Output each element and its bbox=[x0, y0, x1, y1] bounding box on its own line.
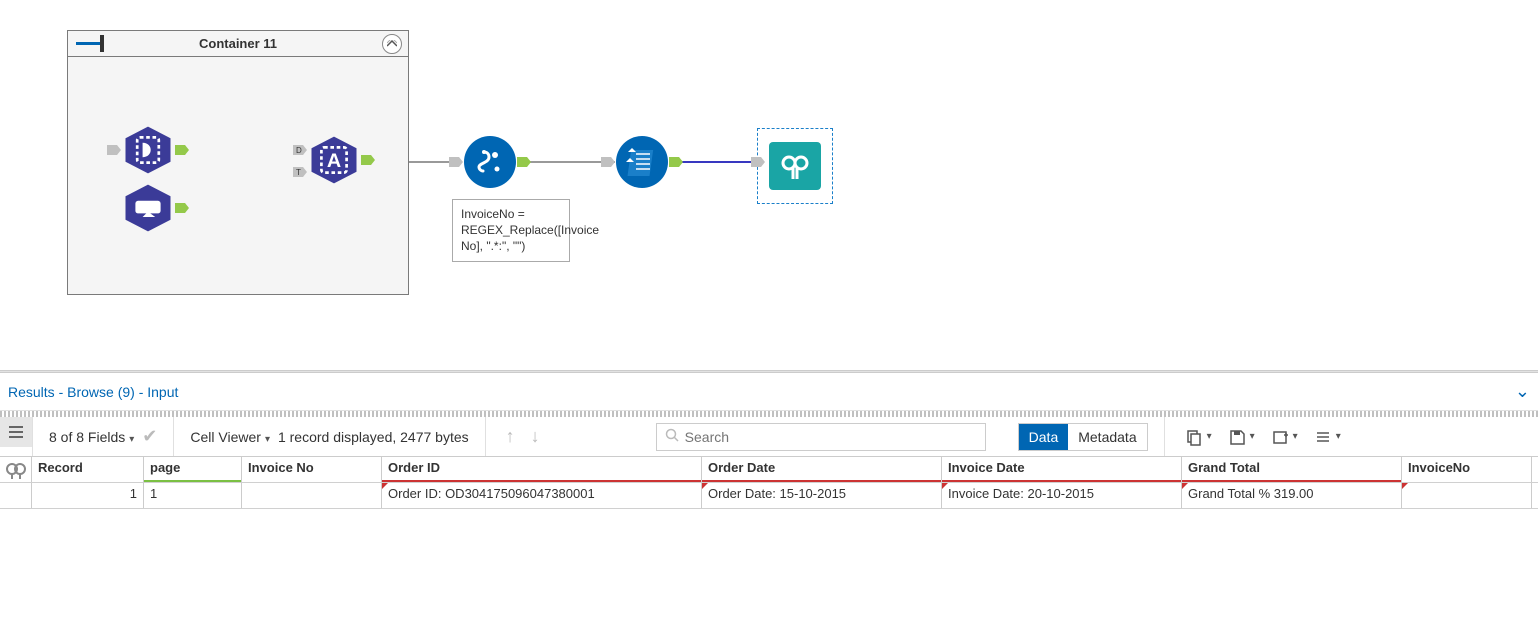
browse-input-port-icon bbox=[751, 155, 765, 169]
input-port-icon bbox=[601, 155, 615, 169]
grid-header-row: Record page Invoice No Order ID Order Da… bbox=[0, 457, 1538, 483]
cell-order-date[interactable]: Order Date: 15-10-2015 bbox=[702, 483, 942, 508]
col-header-page[interactable]: page bbox=[144, 457, 242, 482]
col-header-order-date[interactable]: Order Date bbox=[702, 457, 942, 482]
nav-up-icon[interactable]: ↑ bbox=[502, 426, 519, 447]
image-to-text-tool[interactable]: A D T bbox=[306, 132, 362, 188]
fields-selector[interactable]: 8 of 8 Fields bbox=[49, 429, 134, 445]
browse-tool-selection bbox=[757, 128, 833, 204]
cell-invoiceno2[interactable] bbox=[1402, 483, 1532, 508]
row-left-gutter bbox=[0, 483, 32, 508]
data-cleansing-tool[interactable] bbox=[614, 134, 670, 190]
results-grid[interactable]: Record page Invoice No Order ID Order Da… bbox=[0, 457, 1538, 509]
cell-invoice-no[interactable] bbox=[242, 483, 382, 508]
cell-invoice-date[interactable]: Invoice Date: 20-10-2015 bbox=[942, 483, 1182, 508]
metadata-tab[interactable]: Metadata bbox=[1068, 424, 1146, 450]
col-header-grand-total[interactable]: Grand Total bbox=[1182, 457, 1402, 482]
input-port-icon bbox=[449, 155, 463, 169]
results-panel-header[interactable]: Results - Browse (9) - Input ⌄ bbox=[0, 373, 1538, 411]
output-port-icon bbox=[669, 155, 683, 169]
data-tab[interactable]: Data bbox=[1019, 424, 1069, 450]
col-header-invoiceno2[interactable]: InvoiceNo bbox=[1402, 457, 1532, 482]
container-header[interactable]: Container 11 bbox=[68, 31, 408, 57]
results-left-tabs bbox=[0, 417, 32, 456]
col-header-record[interactable]: Record bbox=[32, 457, 144, 482]
browse-tool[interactable] bbox=[767, 138, 823, 194]
container-title: Container 11 bbox=[68, 36, 408, 51]
svg-text:A: A bbox=[327, 150, 341, 172]
input-port-icon bbox=[107, 143, 121, 157]
cell-record[interactable]: 1 bbox=[32, 483, 144, 508]
container-type-icon bbox=[76, 35, 104, 52]
cell-grand-total[interactable]: Grand Total % 319.00 bbox=[1182, 483, 1402, 508]
results-toolbar: 8 of 8 Fields ✔ Cell Viewer 1 record dis… bbox=[0, 417, 1538, 457]
data-metadata-toggle[interactable]: Data Metadata bbox=[1018, 423, 1148, 451]
output-port-icon bbox=[175, 201, 189, 215]
image-input-tool[interactable] bbox=[120, 122, 176, 178]
col-header-order-id[interactable]: Order ID bbox=[382, 457, 702, 482]
save-menu-icon[interactable] bbox=[1224, 428, 1259, 446]
input-port-d-icon: D bbox=[293, 143, 307, 157]
formula-annotation: InvoiceNo = REGEX_Replace([Invoice No], … bbox=[452, 199, 570, 262]
cell-viewer-selector[interactable]: Cell Viewer bbox=[190, 429, 270, 445]
search-icon bbox=[665, 428, 679, 445]
cell-page[interactable]: 1 bbox=[144, 483, 242, 508]
svg-text:D: D bbox=[296, 146, 302, 155]
apply-check-icon[interactable]: ✔ bbox=[142, 426, 157, 447]
output-port-icon bbox=[175, 143, 189, 157]
image-template-tool[interactable] bbox=[120, 180, 176, 236]
nav-down-icon[interactable]: ↓ bbox=[527, 426, 544, 447]
svg-text:T: T bbox=[296, 168, 301, 177]
copy-menu-icon[interactable] bbox=[1181, 428, 1216, 446]
output-port-icon bbox=[517, 155, 531, 169]
chevron-down-icon[interactable]: ⌄ bbox=[1515, 381, 1530, 402]
messages-tab-icon[interactable] bbox=[0, 417, 32, 447]
workflow-canvas[interactable]: Container 11 bbox=[0, 0, 1538, 370]
input-port-t-icon: T bbox=[293, 165, 307, 179]
new-window-menu-icon[interactable] bbox=[1267, 428, 1302, 446]
table-row[interactable]: 1 1 Order ID: OD304175096047380001 Order… bbox=[0, 483, 1538, 509]
settings-menu-icon[interactable] bbox=[1310, 428, 1345, 446]
formula-tool[interactable] bbox=[462, 134, 518, 190]
search-input[interactable] bbox=[685, 429, 977, 445]
results-title: Results - Browse (9) - Input bbox=[8, 384, 178, 400]
output-port-icon bbox=[361, 153, 375, 167]
browse-icon-col[interactable] bbox=[0, 457, 32, 482]
search-box[interactable] bbox=[656, 423, 986, 451]
container-collapse-button[interactable] bbox=[382, 34, 402, 54]
col-header-invoice-date[interactable]: Invoice Date bbox=[942, 457, 1182, 482]
cell-order-id[interactable]: Order ID: OD304175096047380001 bbox=[382, 483, 702, 508]
col-header-invoice-no[interactable]: Invoice No bbox=[242, 457, 382, 482]
records-info: 1 record displayed, 2477 bytes bbox=[278, 429, 469, 445]
